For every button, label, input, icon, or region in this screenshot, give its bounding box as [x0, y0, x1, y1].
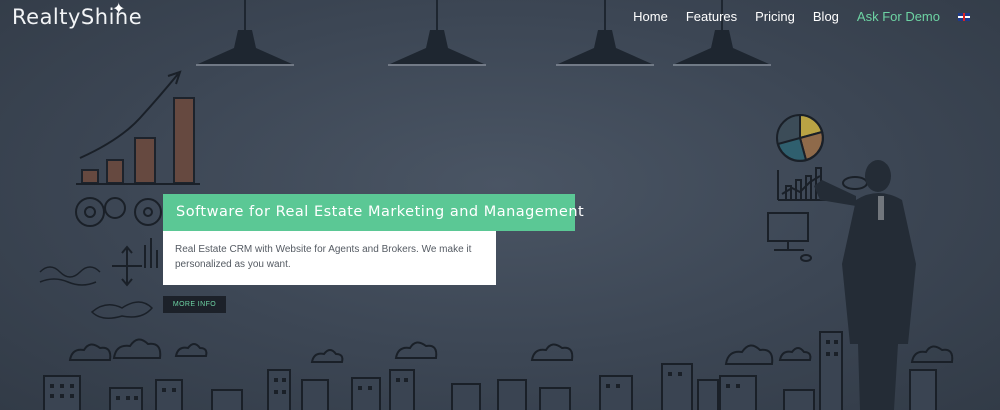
nav-pricing-link[interactable]: Pricing: [755, 9, 795, 24]
more-info-button[interactable]: MORE INFO: [163, 296, 226, 313]
brand-logo[interactable]: RealtyShine ✦: [12, 0, 142, 29]
nav-ask-for-demo-link[interactable]: Ask For Demo: [857, 9, 940, 24]
uk-flag-icon[interactable]: [958, 12, 970, 21]
nav-home-link[interactable]: Home: [633, 9, 668, 24]
main-nav: Home Features Pricing Blog Ask For Demo: [615, 9, 970, 24]
hero-subtext: Real Estate CRM with Website for Agents …: [163, 231, 496, 285]
hero-headline: Software for Real Estate Marketing and M…: [163, 194, 584, 231]
sparkle-icon: ✦: [112, 0, 126, 18]
nav-blog-link[interactable]: Blog: [813, 9, 839, 24]
nav-features-link[interactable]: Features: [686, 9, 737, 24]
hero-section: RealtyShine ✦ Home Features Pricing Blog…: [0, 0, 1000, 410]
